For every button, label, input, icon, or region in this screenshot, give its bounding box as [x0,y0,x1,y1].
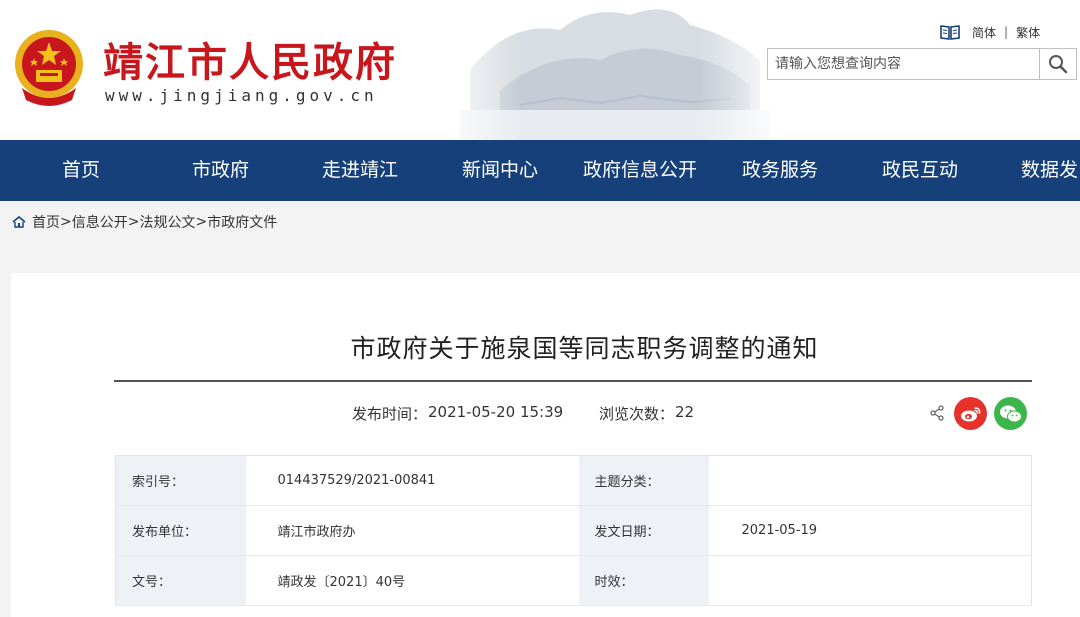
site-header: 靖江市人民政府 www.jingjiang.gov.cn 简体 | 繁体 [0,0,1080,140]
nav-item-home[interactable]: 首页 [62,140,100,201]
nav-item-city-government[interactable]: 市政府 [192,140,249,201]
nav-item-about-jingjiang[interactable]: 走进靖江 [322,140,398,201]
table-row: 索引号： 014437529/2021-00841 主题分类： [115,455,1032,506]
validity-label: 时效： [578,555,709,606]
article-title: 市政府关于施泉国等同志职务调整的通知 [350,334,819,363]
title-divider [114,380,1032,382]
table-row: 文号： 靖政发〔2021〕40号 时效： [115,555,1032,606]
breadcrumb-separator: > [127,214,140,230]
wechat-icon [999,405,1022,422]
breadcrumb-home[interactable]: 首页 [32,212,60,232]
nav-item-information-disclosure[interactable]: 政府信息公开 [583,140,697,201]
publish-time-value: 2021-05-20 15:39 [428,403,564,421]
book-icon [940,25,960,40]
index-number-value: 014437529/2021-00841 [245,455,579,506]
validity-value [708,555,1032,606]
document-number-value: 靖政发〔2021〕40号 [245,555,579,606]
issue-date-value: 2021-05-19 [708,505,1032,556]
publish-time-label: 发布时间： [352,405,428,423]
lang-simplified-link[interactable]: 简体 [972,24,996,41]
view-count-label: 浏览次数： [599,405,675,423]
document-info-table: 索引号： 014437529/2021-00841 主题分类： 发布单位： 靖江… [115,455,1032,606]
main-nav: 首页 市政府 走进靖江 新闻中心 政府信息公开 政务服务 政民互动 数据发 [0,140,1080,201]
weibo-share-button[interactable] [954,397,987,430]
share-icon[interactable] [929,405,945,421]
article-card: 市政府关于施泉国等同志职务调整的通知 发布时间： 2021-05-20 15:3… [11,273,1080,617]
nav-item-news-center[interactable]: 新闻中心 [462,140,538,201]
breadcrumb: 首页 > 信息公开 > 法规公文 > 市政府文件 [0,201,1080,243]
search-icon [1049,55,1068,74]
weibo-icon [960,406,980,421]
site-title[interactable]: 靖江市人民政府 [103,30,397,88]
breadcrumb-information-disclosure[interactable]: 信息公开 [72,212,128,232]
topic-category-label: 主题分类： [578,455,709,506]
nav-item-data-release[interactable]: 数据发 [1021,140,1078,201]
home-icon [12,216,26,228]
lang-separator: | [1004,25,1009,39]
national-emblem-icon [15,30,83,106]
nav-item-public-interaction[interactable]: 政民互动 [882,140,958,201]
search-button[interactable] [1039,49,1076,79]
breadcrumb-separator: > [60,214,72,230]
search-box [767,48,1077,80]
breadcrumb-separator: > [195,214,208,230]
document-number-label: 文号： [115,555,246,606]
site-url: www.jingjiang.gov.cn [105,86,378,105]
breadcrumb-regulations[interactable]: 法规公文 [139,212,195,232]
nav-item-government-services[interactable]: 政务服务 [742,140,818,201]
lang-traditional-link[interactable]: 繁体 [1016,24,1040,41]
issuing-unit-label: 发布单位： [115,505,246,556]
wechat-share-button[interactable] [994,397,1027,430]
table-row: 发布单位： 靖江市政府办 发文日期： 2021-05-19 [115,505,1032,556]
search-input[interactable] [768,49,1039,79]
topic-category-value [708,455,1032,506]
breadcrumb-current[interactable]: 市政府文件 [207,212,277,232]
issuing-unit-value: 靖江市政府办 [245,505,579,556]
index-number-label: 索引号： [115,455,246,506]
view-count-value: 22 [675,403,695,421]
language-switcher: 简体 | 繁体 [940,22,1040,42]
landscape-banner-image [430,0,790,140]
issue-date-label: 发文日期： [578,505,709,556]
